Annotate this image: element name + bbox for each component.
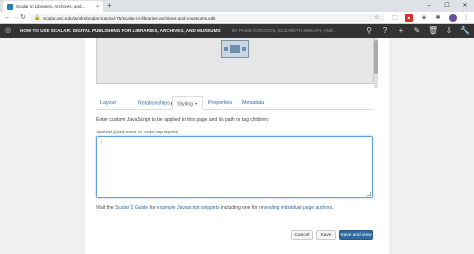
layout-preview: [96, 38, 374, 84]
tab-metadata[interactable]: Metadata: [238, 96, 268, 110]
maximize-window-button[interactable]: ☐: [438, 0, 456, 12]
dashboard-wrench-icon[interactable]: 🔧: [460, 26, 470, 36]
page-editor: Layout Relationships 1 ▼ Styling ▼ Prope…: [85, 38, 389, 254]
page-authors-link[interactable]: revealing individual page authors: [259, 205, 332, 211]
book-authors: BY PAIGE IORIOGOS, ELIZABETH SWEARY, AND…: [232, 28, 337, 33]
address-bar[interactable]: 🔒 scalar.usc.edu/works/scalar-tutorial-7…: [30, 14, 385, 22]
tab-layout[interactable]: Layout: [96, 96, 120, 110]
profile-avatar[interactable]: [449, 14, 457, 22]
scalar-guide-link[interactable]: Scalar 2 Guide: [115, 205, 148, 211]
extension-puzzle-icon[interactable]: ✱: [434, 14, 442, 22]
browser-tab-title: Scalar in Libraries, Archives, and...: [16, 4, 86, 9]
new-tab-button[interactable]: +: [107, 1, 112, 11]
extension-icon[interactable]: ⬚: [391, 14, 399, 22]
help-icon[interactable]: ?: [380, 26, 390, 36]
edit-icon[interactable]: ✎: [412, 26, 422, 36]
import-icon[interactable]: ⇩: [444, 26, 454, 36]
browser-toolbar: ← → ↻ 🔒 scalar.usc.edu/works/scalar-tuto…: [0, 12, 474, 24]
layout-thumbnail-icon: [221, 40, 249, 58]
browser-tab-strip: Scalar in Libraries, Archives, and... × …: [0, 0, 474, 12]
scalar-header: ◎ HOW TO USE SCALAR: DIGITAL PUBLISHING …: [0, 24, 474, 38]
new-page-icon[interactable]: +: [396, 26, 406, 36]
book-title[interactable]: HOW TO USE SCALAR: DIGITAL PUBLISHING FO…: [20, 28, 221, 33]
save-button[interactable]: Save: [316, 230, 336, 240]
browser-menu-icon[interactable]: ⋮: [462, 14, 470, 22]
search-icon[interactable]: ⚲: [364, 26, 374, 36]
browser-tab[interactable]: Scalar in Libraries, Archives, and... ×: [3, 1, 103, 12]
url-text: scalar.usc.edu/works/scalar-tutorial-75/…: [43, 15, 216, 21]
minimize-window-button[interactable]: –: [420, 0, 438, 12]
example-snippets-link[interactable]: example Javascript snippets: [157, 205, 220, 211]
save-and-view-button[interactable]: Save and view: [339, 230, 373, 240]
delete-icon[interactable]: 🗑: [428, 26, 438, 36]
cancel-button[interactable]: Cancel: [291, 230, 313, 240]
styling-instructions: Enter custom JavaScript to be applied to…: [96, 117, 270, 123]
chevron-down-icon: ▼: [194, 102, 198, 106]
editor-tabs: Layout Relationships 1 ▼ Styling ▼ Prope…: [96, 96, 374, 110]
close-tab-icon[interactable]: ×: [96, 4, 99, 10]
scalar-favicon-icon: [7, 3, 13, 10]
javascript-field-label: JavaScript (jQuery source, no <script> t…: [96, 130, 179, 134]
extension-shield-icon[interactable]: ◈: [420, 14, 428, 22]
forward-arrow-icon[interactable]: →: [12, 12, 19, 24]
resize-handle[interactable]: [367, 192, 371, 196]
lock-icon: 🔒: [34, 15, 41, 21]
tab-properties[interactable]: Properties: [204, 96, 236, 110]
custom-javascript-input[interactable]: 1: [96, 136, 373, 198]
extension-red-icon[interactable]: ■: [405, 14, 413, 22]
scalar-menu-icon[interactable]: ◎: [5, 27, 11, 35]
help-text: Visit the Scalar 2 Guide for example Jav…: [96, 205, 334, 211]
close-window-button[interactable]: ✕: [456, 0, 474, 12]
preview-scrollbar[interactable]: [374, 38, 378, 88]
back-arrow-icon[interactable]: ←: [4, 12, 11, 24]
tab-styling[interactable]: Styling ▼: [172, 96, 203, 110]
line-number: 1: [100, 139, 103, 144]
bookmark-star-icon[interactable]: ☆: [373, 14, 381, 22]
reload-icon[interactable]: ↻: [20, 12, 26, 24]
